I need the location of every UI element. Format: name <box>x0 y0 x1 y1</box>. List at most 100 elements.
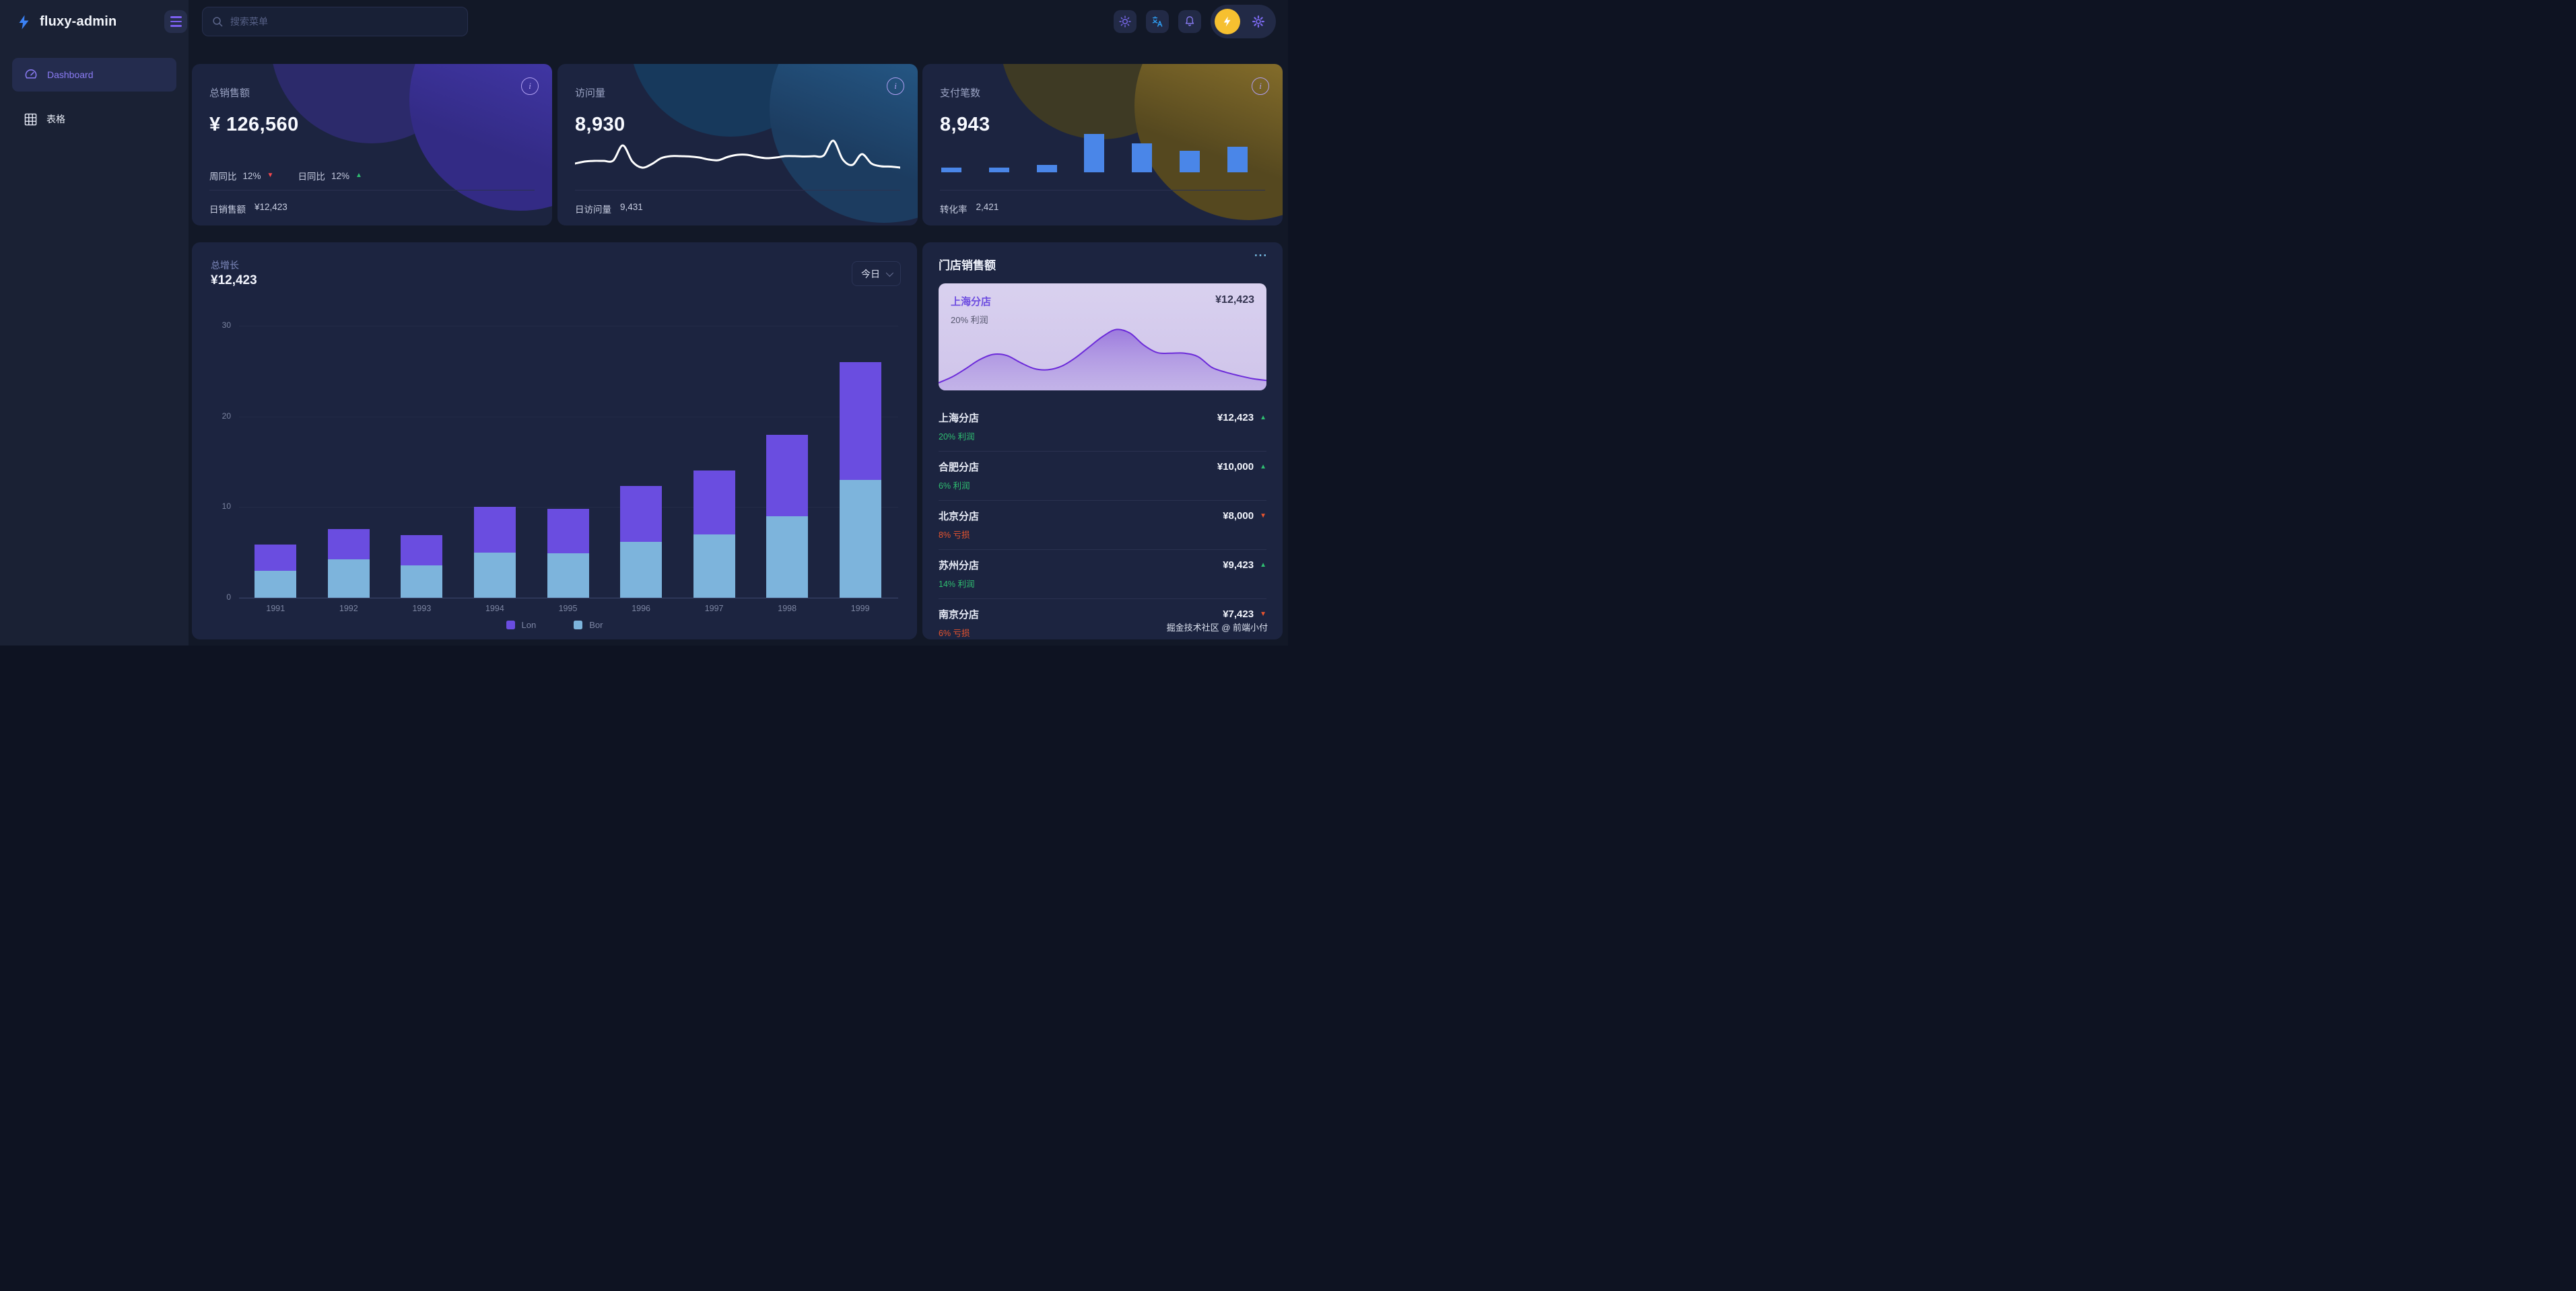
store-value: ¥9,423▲ <box>1223 559 1266 571</box>
store-row[interactable]: 上海分店 ¥12,423▲ 20% 利润 <box>939 403 1266 452</box>
mini-bar <box>989 168 1009 172</box>
mini-bar <box>941 168 961 172</box>
growth-title: 总增长 <box>211 258 239 272</box>
bar-segment-lon <box>766 435 808 516</box>
language-button[interactable] <box>1146 10 1169 33</box>
triangle-down-icon: ▼ <box>1260 513 1266 520</box>
mini-bar <box>1084 134 1104 172</box>
theme-toggle-button[interactable] <box>1114 10 1137 33</box>
more-icon[interactable]: ··· <box>1254 249 1268 263</box>
sidebar-item-dashboard[interactable]: Dashboard <box>12 58 176 92</box>
growth-panel: 总增长 ¥12,423 今日 0102030199119921993199419… <box>192 242 917 639</box>
store-highlight-card: 上海分店 ¥12,423 20% 利润 <box>939 283 1266 390</box>
sidebar-item-label: Dashboard <box>47 69 94 80</box>
avatar <box>1215 9 1240 34</box>
dashboard-gauge-icon <box>24 67 38 82</box>
bar-segment-bor <box>255 571 296 598</box>
store-profit-label: 20% 利润 <box>939 429 1266 442</box>
info-icon[interactable]: i <box>521 77 539 95</box>
bar-segment-lon <box>328 529 370 560</box>
bar-segment-bor <box>547 553 589 598</box>
x-axis-label: 1994 <box>468 604 522 613</box>
x-axis-label: 1996 <box>614 604 668 613</box>
bar-segment-bor <box>766 516 808 598</box>
header <box>189 0 1288 44</box>
stat-value: ¥ 126,560 <box>209 112 299 137</box>
search-box <box>202 7 468 36</box>
stat-footer: 转化率2,421 <box>940 202 998 215</box>
legend-label: Lon <box>522 620 537 630</box>
x-axis-label: 1993 <box>395 604 448 613</box>
logo-lightning-icon <box>16 14 32 30</box>
chart-legend: Lon Bor <box>192 620 917 630</box>
triangle-up-icon: ▲ <box>1260 464 1266 470</box>
legend-swatch <box>574 621 582 629</box>
store-name: 上海分店 <box>939 411 979 425</box>
store-row[interactable]: 合肥分店¥10,000▲6% 利润 <box>939 452 1266 501</box>
store-name: 南京分店 <box>939 607 979 621</box>
bell-icon <box>1183 15 1196 28</box>
y-axis-label: 10 <box>208 501 231 511</box>
store-area-chart <box>939 323 1266 390</box>
logo-text: fluxy-admin <box>40 14 116 30</box>
store-name: 合肥分店 <box>939 460 979 474</box>
sidebar-item-table[interactable]: 表格 <box>12 102 176 136</box>
info-icon[interactable]: i <box>887 77 904 95</box>
bar-segment-lon <box>401 535 442 565</box>
stat-footer: 日访问量9,431 <box>575 202 643 215</box>
app: fluxy-admin Dashboard 表格 <box>0 0 1288 646</box>
legend-item-lon[interactable]: Lon <box>506 620 537 630</box>
triangle-up-icon: ▲ <box>1260 415 1266 421</box>
store-profit-label: 6% 利润 <box>939 479 1266 491</box>
store-panel: 门店销售额 ··· 上海分店 ¥12,423 20% 利润 上海分店¥12,42… <box>922 242 1283 639</box>
store-value: ¥7,423▼ <box>1223 608 1266 620</box>
store-row[interactable]: 北京分店¥8,000▼8% 亏损 <box>939 501 1266 550</box>
stat-card-visits: 访问量 8,930 i 日访问量9,431 <box>557 64 918 225</box>
stat-title: 总销售额 <box>209 85 250 100</box>
bar-segment-lon <box>547 509 589 553</box>
logo: fluxy-admin <box>0 0 189 44</box>
period-select[interactable]: 今日 <box>852 261 901 286</box>
search-input[interactable] <box>230 16 459 27</box>
x-axis-label: 1995 <box>541 604 595 613</box>
x-axis-label: 1999 <box>834 604 887 613</box>
triangle-up-icon: ▲ <box>355 172 362 179</box>
highlight-store-name: 上海分店 <box>951 294 991 308</box>
store-name: 北京分店 <box>939 509 979 523</box>
sidebar: fluxy-admin Dashboard 表格 <box>0 0 189 646</box>
notifications-button[interactable] <box>1178 10 1201 33</box>
y-axis-label: 30 <box>208 320 231 330</box>
stat-value: 8,943 <box>940 112 990 137</box>
table-icon <box>24 112 38 127</box>
header-actions <box>1114 5 1276 38</box>
growth-value: ¥12,423 <box>211 273 257 288</box>
avatar-lightning-icon <box>1221 15 1233 28</box>
x-axis-label: 1991 <box>248 604 302 613</box>
legend-item-bor[interactable]: Bor <box>574 620 603 630</box>
stat-card-payments: 支付笔数 8,943 i 转化率2,421 <box>922 64 1283 225</box>
sidebar-item-label: 表格 <box>46 112 65 126</box>
stat-footer: 日销售额¥12,423 <box>209 202 287 215</box>
day-compare: 日同比 12% ▲ <box>298 169 362 182</box>
bar-segment-bor <box>401 565 442 598</box>
info-icon[interactable]: i <box>1252 77 1269 95</box>
user-settings-pill[interactable] <box>1211 5 1276 38</box>
menu-toggle-button[interactable] <box>164 10 187 33</box>
bar-segment-lon <box>840 362 881 480</box>
x-axis-label: 1997 <box>687 604 741 613</box>
translate-icon <box>1151 15 1165 29</box>
x-axis-label: 1992 <box>322 604 376 613</box>
mini-bar <box>1180 151 1200 172</box>
bar-segment-bor <box>328 559 370 598</box>
stat-title: 支付笔数 <box>940 85 980 100</box>
legend-swatch <box>506 621 515 629</box>
bar-segment-bor <box>474 553 516 598</box>
store-value: ¥12,423▲ <box>1217 412 1266 423</box>
store-row[interactable]: 苏州分店¥9,423▲14% 利润 <box>939 550 1266 599</box>
bar-segment-bor <box>840 480 881 598</box>
sidebar-nav: Dashboard 表格 <box>0 44 189 136</box>
stat-title: 访问量 <box>575 85 605 100</box>
legend-label: Bor <box>589 620 603 630</box>
highlight-store-profit: 20% 利润 <box>951 313 988 326</box>
stat-card-total-sales: 总销售额 ¥ 126,560 i 周同比 12% ▼ 日同比 12% ▲ 日销售… <box>192 64 552 225</box>
